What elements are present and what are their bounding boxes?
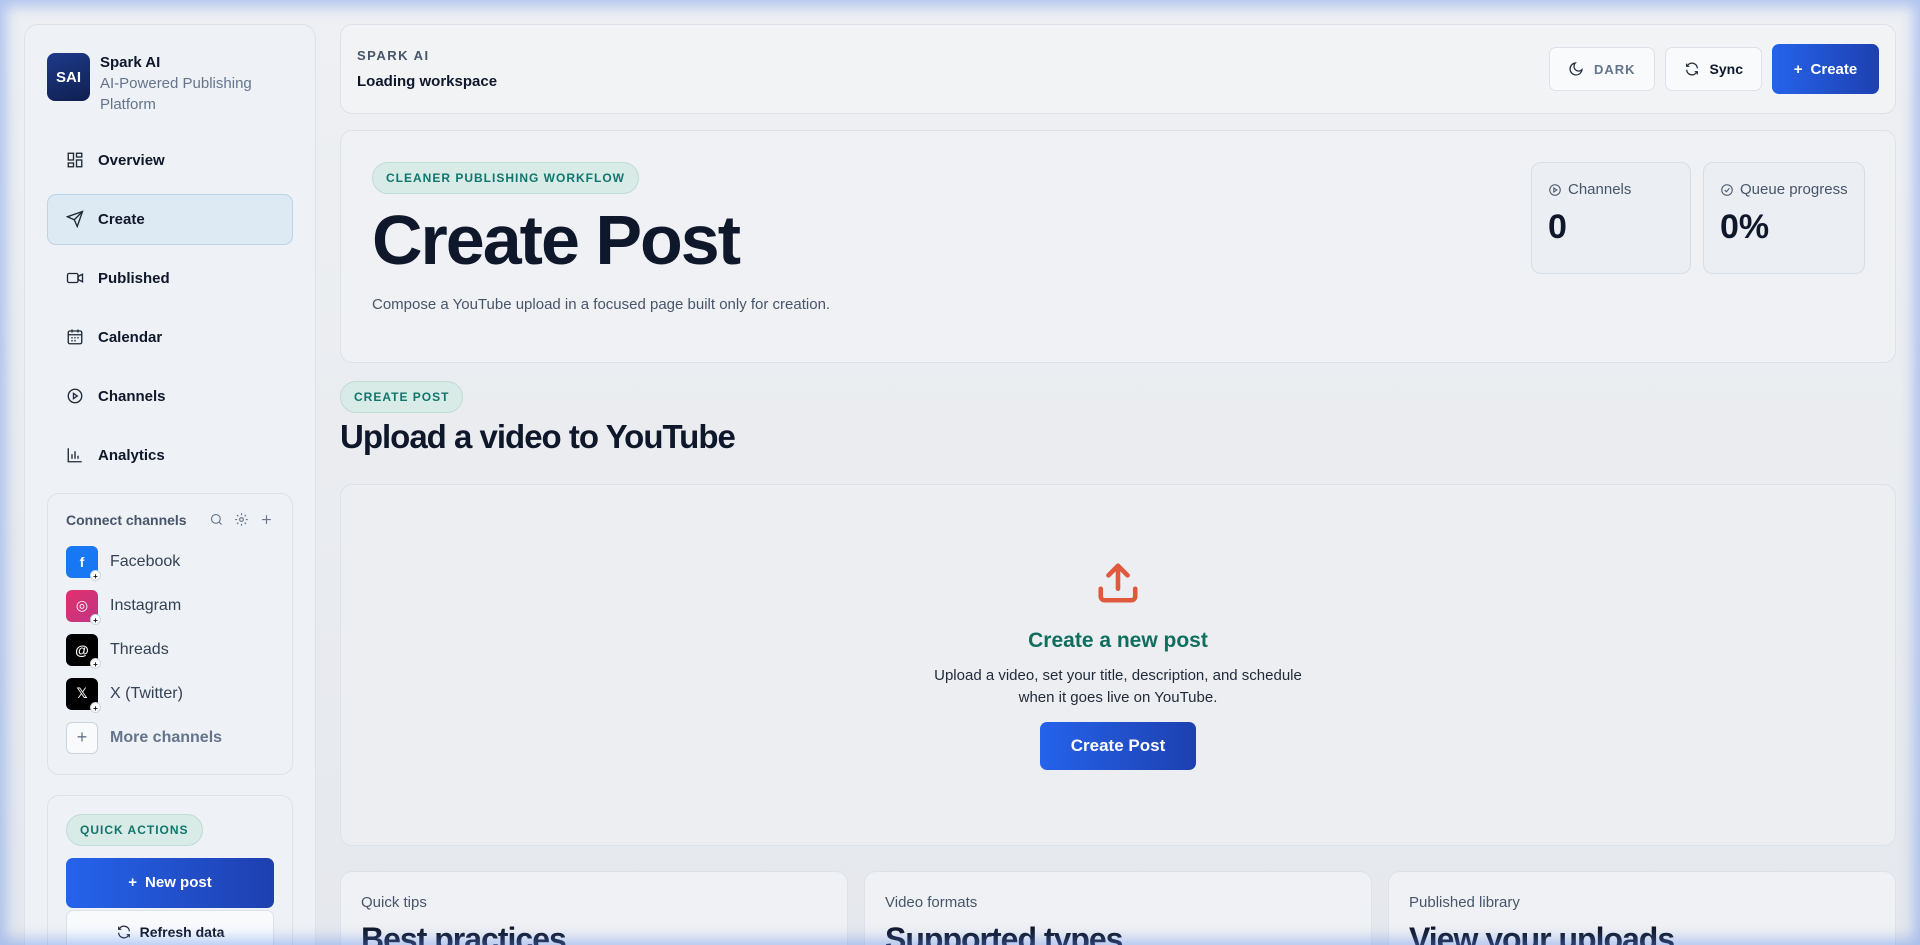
stat-queue-progress: Queue progress 0%: [1703, 162, 1865, 274]
section-title: Upload a video to YouTube: [340, 418, 736, 455]
channel-x-twitter[interactable]: 𝕏 + X (Twitter): [66, 672, 274, 716]
x-icon: 𝕏 +: [66, 677, 101, 713]
sidebar-item-published[interactable]: Published: [47, 253, 293, 304]
card-kicker: Published library: [1409, 894, 1520, 911]
upload-title: Create a new post: [1028, 628, 1208, 652]
stat-value: 0%: [1720, 208, 1770, 246]
grid-icon: [67, 152, 83, 168]
card-title: Supported types: [885, 921, 1123, 945]
header-kicker: SPARK AI: [357, 48, 430, 63]
channel-instagram[interactable]: ◎ + Instagram: [66, 584, 274, 628]
card-quick-tips[interactable]: Quick tips Best practices: [340, 871, 848, 945]
search-icon[interactable]: [209, 512, 224, 527]
more-channels-label: More channels: [110, 728, 223, 746]
create-label: Create: [1810, 60, 1858, 78]
card-video-formats[interactable]: Video formats Supported types: [864, 871, 1372, 945]
new-post-button[interactable]: + New post: [66, 857, 274, 908]
sidebar-item-label: Create: [98, 210, 145, 228]
connect-channels-title: Connect channels: [66, 511, 187, 528]
instagram-icon: ◎ +: [66, 589, 101, 625]
sync-label: Sync: [1709, 61, 1743, 77]
create-post-pill: CREATE POST: [340, 381, 464, 413]
sidebar-item-label: Published: [98, 269, 170, 287]
upload-icon: [1095, 560, 1141, 611]
create-button[interactable]: + Create: [1772, 44, 1879, 94]
brand-logo[interactable]: SAI: [47, 53, 90, 101]
sync-button[interactable]: Sync: [1664, 47, 1762, 91]
sidebar-item-overview[interactable]: Overview: [47, 135, 293, 186]
create-post-button[interactable]: Create Post: [1040, 722, 1196, 771]
brand: SAI Spark AI AI-Powered Publishing Platf…: [47, 53, 293, 115]
video-icon: [66, 272, 84, 284]
refresh-icon: [117, 925, 130, 938]
quick-actions-pill: QUICK ACTIONS: [66, 813, 203, 846]
more-channels[interactable]: + More channels: [66, 716, 274, 760]
sidebar-item-channels[interactable]: Channels: [47, 371, 293, 422]
bar-chart-icon: [67, 448, 82, 463]
refresh-icon: [1685, 62, 1698, 76]
card-kicker: Quick tips: [361, 894, 427, 911]
card-kicker: Video formats: [885, 894, 978, 911]
sidebar-item-label: Calendar: [98, 328, 163, 346]
dark-mode-label: DARK: [1593, 61, 1636, 77]
sidebar-item-create[interactable]: Create: [47, 193, 293, 245]
stat-label: Channels: [1568, 181, 1632, 198]
sidebar: SAI Spark AI AI-Powered Publishing Platf…: [24, 24, 316, 945]
header-status: Loading workspace: [357, 73, 498, 90]
brand-title: Spark AI: [100, 54, 161, 71]
card-published-library[interactable]: Published library View your uploads: [1388, 871, 1896, 945]
quick-actions-panel: QUICK ACTIONS + New post Refresh data: [47, 794, 293, 945]
stat-channels: Channels 0: [1531, 162, 1691, 274]
refresh-data-label: Refresh data: [139, 923, 225, 940]
stat-label: Queue progress: [1740, 181, 1848, 198]
top-header: SPARK AI Loading workspace DARK Sync + C…: [340, 24, 1896, 114]
workflow-pill: CLEANER PUBLISHING WORKFLOW: [372, 162, 639, 194]
play-circle-icon: [67, 388, 83, 404]
channel-name: Facebook: [110, 552, 181, 570]
channel-name: Threads: [110, 640, 169, 658]
plus-icon: +: [1793, 60, 1803, 78]
channel-name: Instagram: [110, 596, 182, 614]
upload-card: Create a new post Upload a video, set yo…: [340, 484, 1896, 846]
sidebar-nav: Overview Create Published Calendar Chann…: [47, 135, 293, 481]
moon-icon: [1569, 62, 1583, 76]
channel-name: X (Twitter): [110, 684, 183, 702]
sidebar-item-analytics[interactable]: Analytics: [47, 430, 293, 481]
channel-threads[interactable]: @ + Threads: [66, 628, 274, 672]
connect-channels-panel: Connect channels f + Facebook ◎ + Instagra…: [47, 492, 293, 775]
facebook-icon: f +: [66, 545, 101, 581]
sidebar-item-label: Channels: [98, 387, 166, 405]
upload-description: Upload a video, set your title, descript…: [934, 666, 1302, 706]
check-circle-icon: [1721, 183, 1733, 196]
sidebar-item-label: Overview: [98, 151, 165, 169]
plus-icon: +: [128, 874, 138, 891]
gear-icon[interactable]: [234, 512, 249, 527]
plus-icon[interactable]: [259, 512, 274, 527]
play-circle-icon: [1549, 183, 1561, 196]
calendar-icon: [67, 329, 83, 345]
brand-subtitle: AI-Powered Publishing Platform: [100, 74, 252, 113]
hero-card: CLEANER PUBLISHING WORKFLOW Create Post …: [340, 130, 1896, 363]
channel-facebook[interactable]: f + Facebook: [66, 540, 274, 584]
info-cards: Quick tips Best practices Video formats …: [340, 871, 1896, 945]
sidebar-item-label: Analytics: [98, 446, 165, 464]
send-icon: [66, 210, 84, 228]
stat-value: 0: [1548, 208, 1567, 246]
card-title: Best practices: [361, 921, 567, 945]
dark-mode-button[interactable]: DARK: [1548, 47, 1655, 91]
plus-icon: +: [66, 721, 98, 754]
new-post-label: New post: [145, 874, 212, 891]
sidebar-item-calendar[interactable]: Calendar: [47, 312, 293, 363]
refresh-data-button[interactable]: Refresh data: [66, 909, 274, 945]
page-description: Compose a YouTube upload in a focused pa…: [372, 295, 831, 313]
threads-icon: @ +: [66, 633, 101, 669]
card-title: View your uploads: [1409, 921, 1675, 945]
